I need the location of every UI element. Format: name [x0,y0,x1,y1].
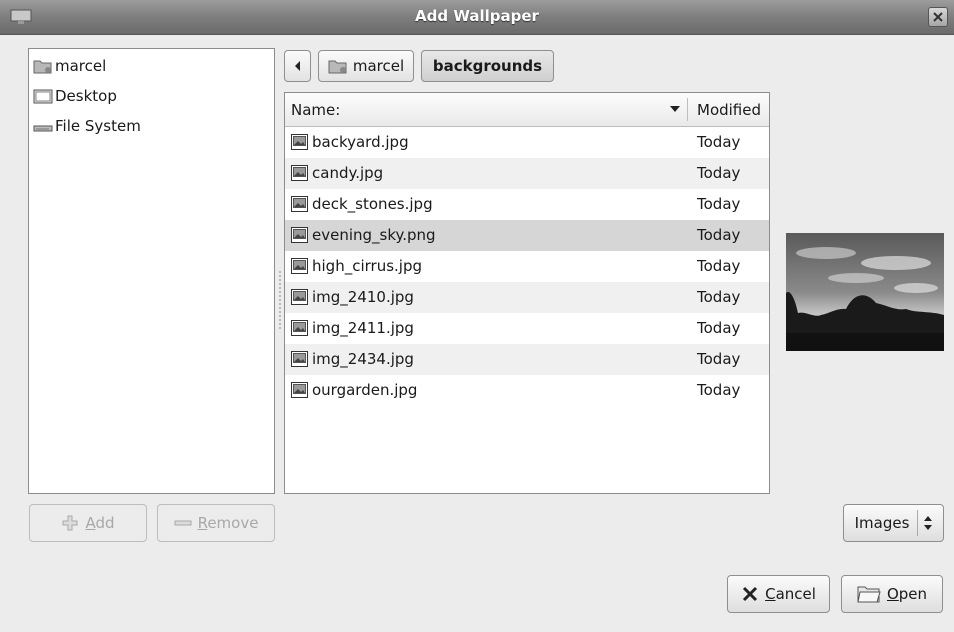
evening-sky-preview-image [786,233,944,351]
drive-icon [33,125,53,132]
home-folder-icon [33,60,52,74]
file-modified: Today [697,350,741,368]
image-file-icon [291,165,308,181]
minus-icon [174,520,192,526]
file-row[interactable]: high_cirrus.jpg Today [285,251,769,282]
cancel-button[interactable]: Cancel [727,575,830,613]
close-button[interactable] [928,7,948,27]
place-home[interactable]: marcel [33,53,106,79]
file-modified: Today [697,257,741,275]
image-file-icon [291,258,308,274]
file-name: img_2411.jpg [312,319,414,337]
file-modified: Today [697,195,741,213]
column-header-name[interactable]: Name: [291,101,340,119]
cancel-label: Cancel [765,585,816,603]
desktop-icon [33,89,53,104]
file-row[interactable]: img_2410.jpg Today [285,282,769,313]
left-arrow-icon [294,61,300,71]
close-icon [933,12,943,22]
add-label: Add [85,514,115,532]
file-name: deck_stones.jpg [312,195,433,213]
open-label: Open [886,585,928,603]
places-sidebar[interactable]: marcel Desktop File System [28,48,275,494]
image-file-icon [291,289,308,305]
window-title: Add Wallpaper [415,7,539,25]
file-modified: Today [697,319,741,337]
sort-down-icon[interactable] [670,106,680,112]
remove-label: Remove [197,514,259,532]
plus-icon [62,515,78,531]
place-label: File System [55,117,141,135]
cancel-x-icon [743,586,758,602]
file-modified: Today [697,133,741,151]
crumb-label: marcel [352,57,405,75]
open-folder-icon [857,586,881,603]
file-modified: Today [697,381,741,399]
add-button[interactable]: Add [29,504,147,542]
image-file-icon [291,134,308,150]
file-name: ourgarden.jpg [312,381,418,399]
file-type-filter[interactable]: Images [843,504,944,542]
file-row[interactable]: img_2434.jpg Today [285,344,769,375]
remove-button[interactable]: Remove [157,504,275,542]
file-row[interactable]: ourgarden.jpg Today [285,375,769,406]
file-name: evening_sky.png [312,226,436,244]
title-bar[interactable]: Add Wallpaper [0,0,954,35]
back-button[interactable] [284,50,311,82]
file-name: high_cirrus.jpg [312,257,422,275]
updown-arrows-icon [924,516,933,530]
combo-separator [917,510,919,536]
image-file-icon [291,382,308,398]
place-label: Desktop [55,87,117,105]
column-header-modified[interactable]: Modified [697,101,761,119]
crumb-backgrounds[interactable]: backgrounds [421,50,554,82]
file-modified: Today [697,164,741,182]
image-file-icon [291,196,308,212]
home-folder-icon [328,60,347,74]
file-row[interactable]: evening_sky.png Today [285,220,769,251]
file-name: candy.jpg [312,164,384,182]
pane-resize-handle[interactable] [278,270,282,330]
open-button[interactable]: Open [841,575,943,613]
file-modified: Today [697,288,741,306]
file-row[interactable]: img_2411.jpg Today [285,313,769,344]
file-name: img_2410.jpg [312,288,414,306]
file-list[interactable]: Name: Modified backyard.jpg Today candy.jp… [284,92,770,494]
image-file-icon [291,320,308,336]
image-file-icon [291,227,308,243]
crumb-marcel[interactable]: marcel [318,50,414,82]
file-list-header: Name: Modified [285,93,769,127]
file-row[interactable]: deck_stones.jpg Today [285,189,769,220]
file-name: backyard.jpg [312,133,409,151]
filter-selected: Images [854,514,910,532]
file-name: img_2434.jpg [312,350,414,368]
image-file-icon [291,351,308,367]
column-separator[interactable] [687,98,688,121]
file-row[interactable]: candy.jpg Today [285,158,769,189]
image-preview [786,233,944,351]
file-modified: Today [697,226,741,244]
file-row[interactable]: backyard.jpg Today [285,127,769,158]
place-desktop[interactable]: Desktop [33,83,117,109]
place-file-system[interactable]: File System [33,113,141,139]
place-label: marcel [55,57,107,75]
crumb-label: backgrounds [432,57,543,75]
